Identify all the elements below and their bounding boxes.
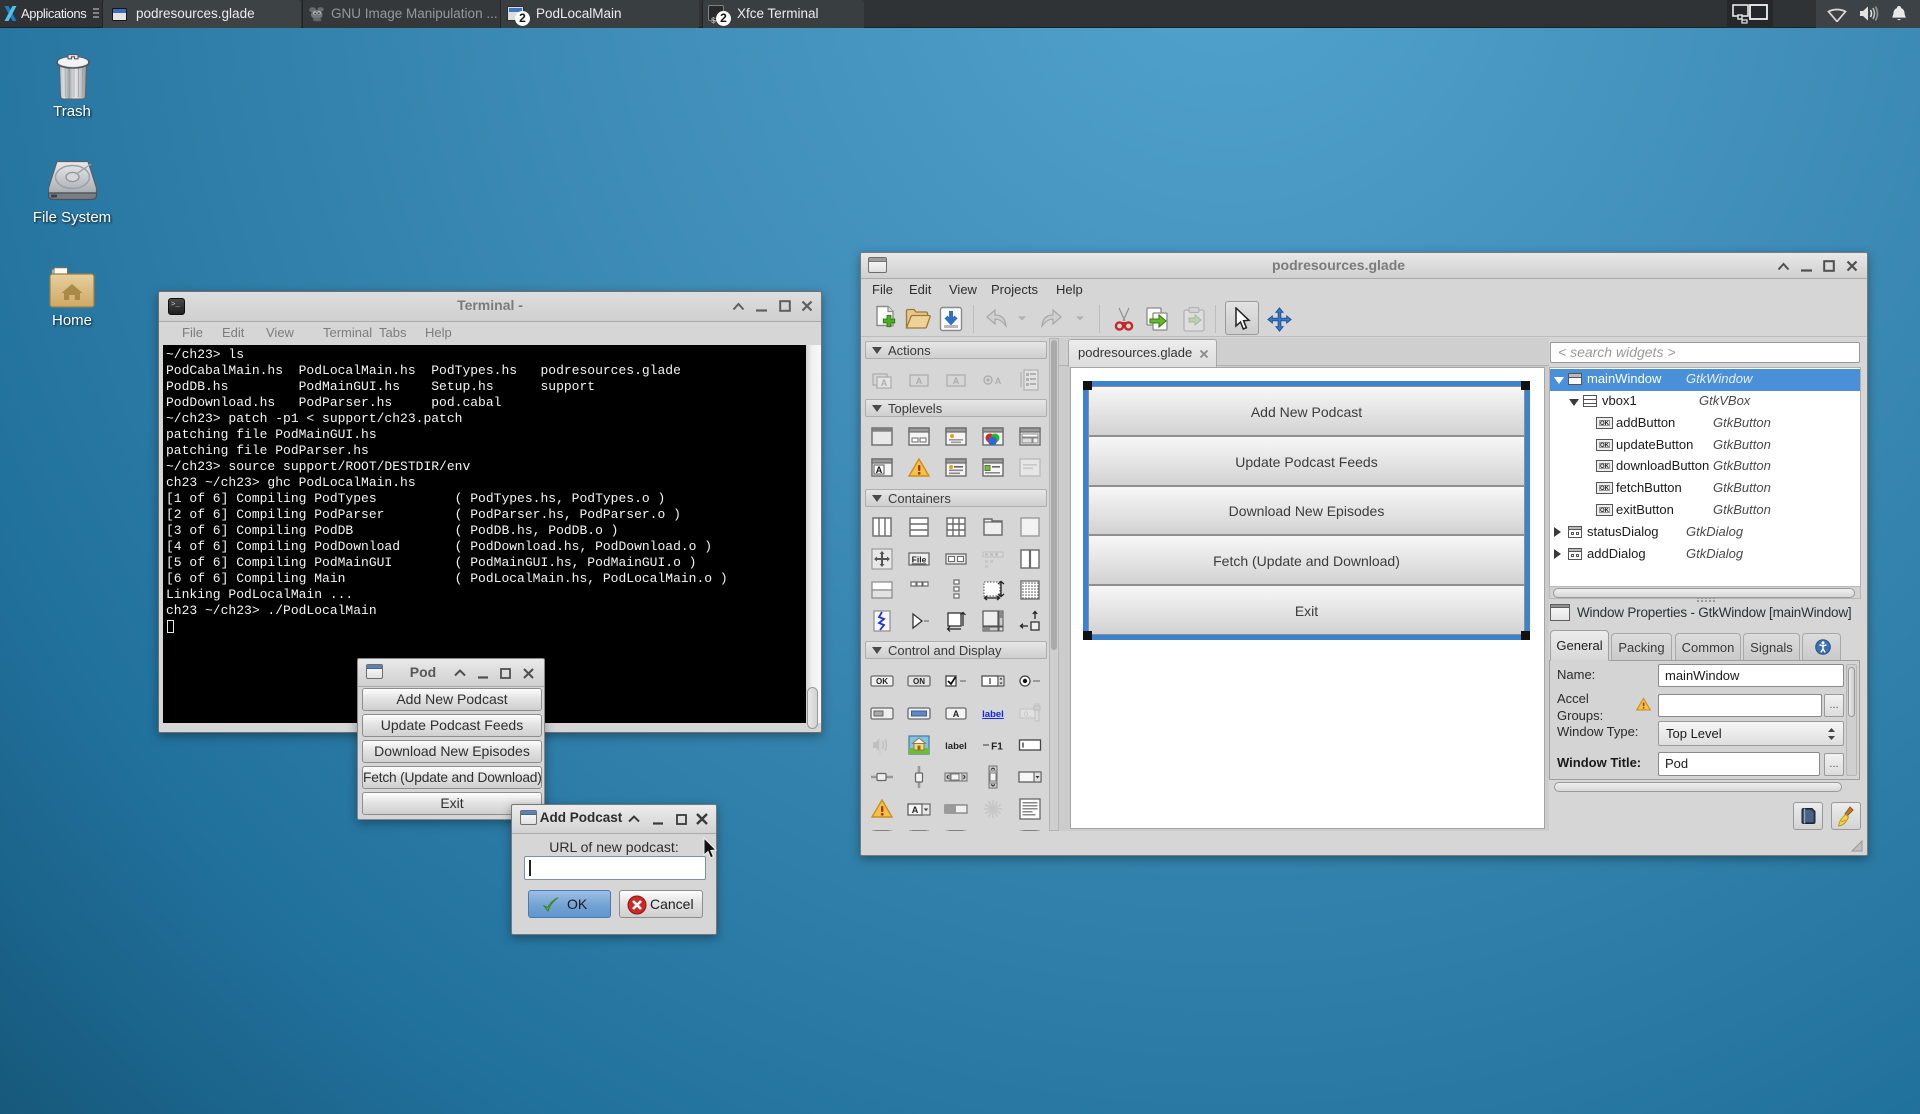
svg-text:A: A: [953, 376, 960, 386]
svg-text:A: A: [881, 378, 888, 388]
svg-text:ON: ON: [913, 677, 925, 686]
svg-text:OK: OK: [876, 677, 888, 686]
svg-text:A: A: [953, 709, 960, 719]
svg-text:A: A: [916, 376, 923, 386]
svg-text:A: A: [912, 805, 919, 815]
svg-text:A: A: [876, 465, 883, 475]
svg-text:label: label: [982, 709, 1004, 720]
svg-text:0..: 0..: [1024, 712, 1032, 719]
svg-text:label: label: [945, 741, 967, 752]
svg-text:File: File: [912, 555, 927, 565]
svg-text:F1: F1: [991, 742, 1003, 753]
svg-text:A: A: [995, 376, 1002, 386]
